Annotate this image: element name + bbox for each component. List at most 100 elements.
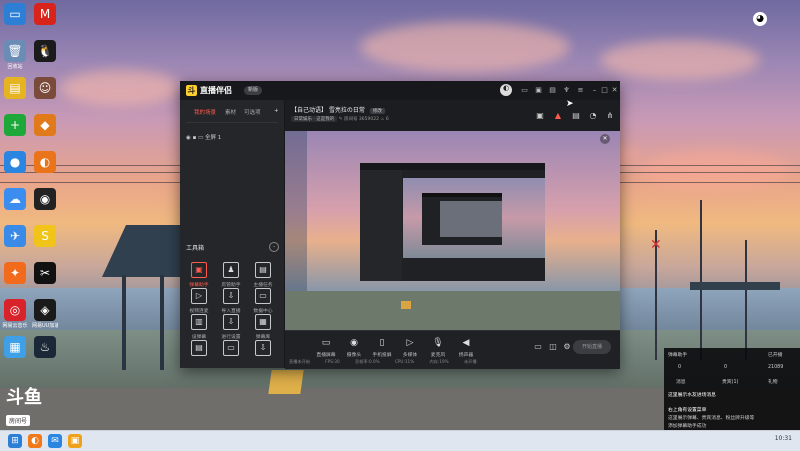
- desktop-icon[interactable]: ✈: [2, 225, 28, 248]
- desktop-icon[interactable]: ☁: [2, 188, 28, 211]
- control-button[interactable]: ▭ 直播屏幕: [311, 337, 341, 358]
- control-button[interactable]: ▷ 多媒体: [395, 337, 425, 358]
- system-clock[interactable]: 10:31: [775, 435, 792, 442]
- desktop-icon[interactable]: M: [32, 3, 58, 26]
- live-companion-window: 斗 直播伴侣 新版 ◐ ▭ ▣ ▤ ♆ ≡ – □ ✕ 我的场景 素材 可选项 …: [180, 81, 620, 369]
- desktop-icon[interactable]: ◈ 网易UU加速器: [32, 299, 58, 329]
- scene-sidebar: 我的场景 素材 可选项 + ◉ ▪ ▭ 全屏 1 工具箱 – ▣ 弹幕助手 ♟ 房管助…: [180, 100, 285, 368]
- control-button[interactable]: ▯ 手机投屏: [367, 337, 397, 358]
- settings-icon[interactable]: ⚙: [562, 342, 572, 352]
- pencil-icon[interactable]: ✎: [339, 117, 343, 122]
- taskbar-app-icon[interactable]: ▣: [68, 434, 82, 448]
- tool-item[interactable]: ▣ 弹幕助手: [184, 262, 214, 288]
- app-icon: ▤: [4, 77, 26, 99]
- app-icon: ♨: [34, 336, 56, 358]
- taskbar-app-icon[interactable]: ✉: [48, 434, 62, 448]
- desktop-icon[interactable]: ♨: [32, 336, 58, 359]
- lock-icon[interactable]: ▪: [193, 135, 197, 141]
- desktop-icon[interactable]: ◉: [32, 188, 58, 211]
- control-icon: ▷: [406, 338, 414, 348]
- message-icon[interactable]: ▭: [520, 86, 529, 95]
- tool-item[interactable]: ⇩ 进行设置: [216, 314, 246, 340]
- desktop-icon[interactable]: +: [2, 114, 28, 137]
- widget-msg-3: 添加弹幕助手成功: [668, 424, 707, 429]
- version-badge[interactable]: 新版: [244, 86, 263, 95]
- cat-icon[interactable]: ◕: [753, 12, 767, 26]
- control-button[interactable]: ◉ 摄像头: [339, 337, 369, 358]
- eye-icon[interactable]: ◉: [186, 135, 191, 141]
- toolbox-header: 工具箱: [186, 245, 205, 252]
- widget-tab-gifts[interactable]: 礼物: [768, 378, 778, 385]
- maximize-button[interactable]: □: [600, 86, 609, 95]
- close-button[interactable]: ✕: [610, 86, 619, 95]
- preview-close-icon[interactable]: ✕: [600, 134, 610, 144]
- bell-icon[interactable]: ◔: [588, 111, 598, 121]
- control-label: 扬声器: [458, 353, 474, 358]
- desktop-icon[interactable]: ✦: [2, 262, 28, 285]
- user-avatar[interactable]: ◐: [500, 84, 512, 96]
- control-icon: ◀: [462, 338, 470, 348]
- tool-item[interactable]: ▭: [216, 340, 246, 359]
- taskbar-app-icon[interactable]: ◐: [28, 434, 42, 448]
- app-icon: ▭: [4, 3, 26, 25]
- lock-red-icon[interactable]: ▲: [553, 111, 563, 121]
- tab-my-scenes[interactable]: 我的场景: [194, 108, 216, 116]
- main-panel: 【自己动语】 雪亮拉の日常 修改 日常娱乐 · 这是我的 ✎ 房间号 36590…: [285, 100, 620, 369]
- tool-label: 进行设置: [221, 335, 241, 340]
- widget-tab-vip[interactable]: 贵宾(1): [722, 378, 738, 385]
- tool-icon: ♟: [223, 262, 239, 278]
- scene-item[interactable]: ◉ ▪ ▭ 全屏 1: [186, 133, 221, 141]
- tool-item[interactable]: ⇩ 导入直播: [216, 288, 246, 314]
- tool-item[interactable]: ▤ 主播任务: [248, 262, 278, 288]
- chat-icon[interactable]: ▣: [534, 86, 543, 95]
- toolbox-settings-icon[interactable]: –: [269, 242, 279, 252]
- control-button[interactable]: ◀ 扬声器: [451, 337, 481, 358]
- gift-box-icon[interactable]: ▣: [535, 111, 545, 121]
- edit-title-button[interactable]: 修改: [369, 108, 385, 114]
- tool-item[interactable]: ▤: [184, 340, 214, 359]
- desktop-icon[interactable]: ▦: [2, 336, 28, 359]
- category-chip[interactable]: 日常娱乐 · 这是我的: [291, 116, 338, 122]
- audio-settings-icon[interactable]: ◫: [548, 342, 558, 352]
- minimize-button[interactable]: –: [590, 86, 599, 95]
- tool-item[interactable]: ▥ 设弹幕: [184, 314, 214, 340]
- tool-item[interactable]: ♟ 房管助手: [216, 262, 246, 288]
- app-icon: ✂: [34, 262, 56, 284]
- add-scene-button[interactable]: +: [274, 108, 279, 114]
- tool-item[interactable]: ▦ 弹幕库: [248, 314, 278, 340]
- desktop-icon[interactable]: S: [32, 225, 58, 248]
- desktop-icon[interactable]: ◐: [32, 151, 58, 174]
- tool-item[interactable]: ▭ 数据中心: [248, 288, 278, 314]
- tab-materials[interactable]: 素材: [225, 108, 236, 116]
- desktop-icon[interactable]: ◆: [32, 114, 58, 137]
- save-icon[interactable]: ▤: [571, 111, 581, 121]
- app-icon: M: [34, 3, 56, 25]
- control-button[interactable]: 🎙 麦克风: [423, 337, 453, 358]
- shirt-icon[interactable]: ♆: [562, 86, 571, 95]
- desktop-icon[interactable]: ▤: [2, 77, 28, 100]
- danmu-assistant-widget: 弹幕助手 已开播 0 0 21089 消息 贵宾(1) 礼物 这里展示水友进场消…: [664, 348, 800, 430]
- taskbar-app-icon[interactable]: ⊞: [8, 434, 22, 448]
- share-icon[interactable]: ⋔: [605, 111, 615, 121]
- desktop-icon[interactable]: ●: [2, 151, 28, 174]
- desktop-icon[interactable]: ☺: [32, 77, 58, 100]
- menu-icon[interactable]: ≡: [576, 86, 585, 95]
- desktop-icon[interactable]: ▭: [2, 3, 28, 26]
- desktop-icon[interactable]: 🐧: [32, 40, 58, 63]
- desktop-icon[interactable]: 🗑 回收站: [2, 40, 28, 70]
- desktop-icon[interactable]: ✂: [32, 262, 58, 285]
- tab-options[interactable]: 可选项: [244, 108, 261, 116]
- app-icon: ◉: [34, 188, 56, 210]
- widget-tab-messages[interactable]: 消息: [676, 378, 686, 385]
- app-icon: ◐: [34, 151, 56, 173]
- desktop-icon[interactable]: ◎ 网易云音乐: [2, 299, 28, 329]
- camera-icon[interactable]: ▭: [533, 342, 543, 352]
- tool-item[interactable]: ⇩: [248, 340, 278, 359]
- status-live: 直播未开始: [289, 359, 310, 364]
- screen-icon[interactable]: ▤: [548, 86, 557, 95]
- live-preview[interactable]: ✕: [285, 131, 620, 330]
- tool-item[interactable]: ▷ 视频连麦: [184, 288, 214, 314]
- tool-icon: ▤: [255, 262, 271, 278]
- start-live-button[interactable]: 开始直播: [573, 340, 611, 354]
- control-label: 直播屏幕: [316, 353, 336, 358]
